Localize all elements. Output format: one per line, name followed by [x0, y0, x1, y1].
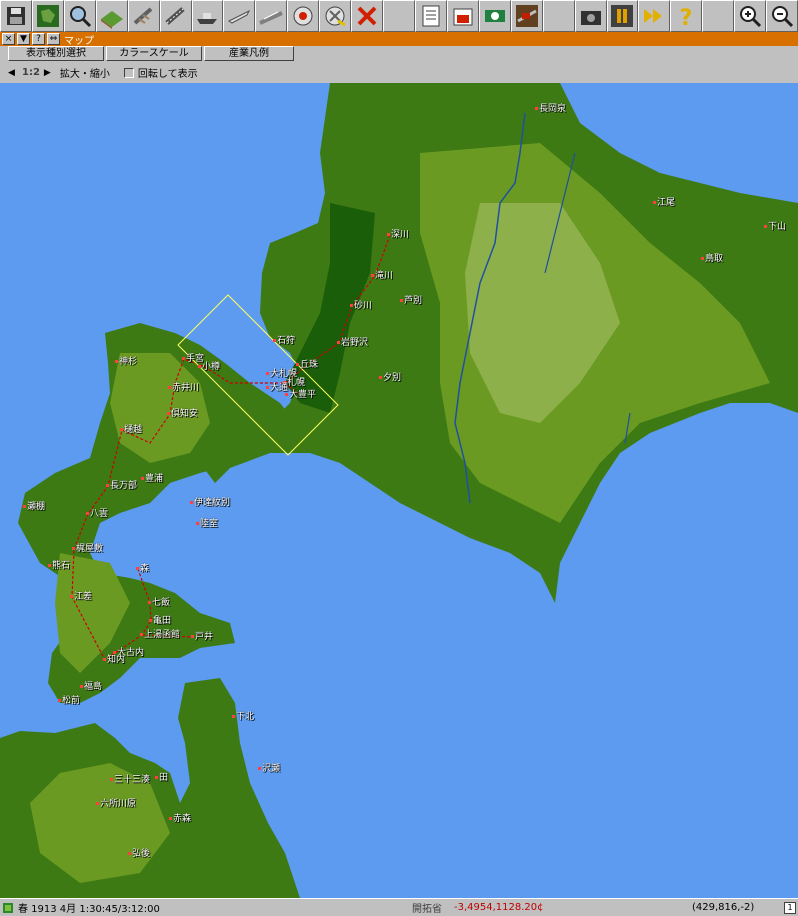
- game-window: ? × ▼ ? ⇔ マップ 表示種別選択 カラースケール 産業凡例 ◀ 1:2 …: [0, 0, 798, 916]
- city-label[interactable]: 芦別: [400, 296, 422, 306]
- zoom-in-arrow-icon[interactable]: ▶: [44, 68, 54, 78]
- road-icon[interactable]: [159, 0, 192, 32]
- zoom-value: 1:2: [22, 67, 40, 78]
- company-money: -3,4954,1128.20¢: [454, 902, 544, 913]
- toolbar-spacer: [383, 0, 415, 32]
- airport-icon[interactable]: [255, 0, 288, 32]
- city-label[interactable]: 梶屋敷: [72, 544, 103, 554]
- stop-icon[interactable]: [319, 0, 352, 32]
- map-window-title: マップ: [64, 35, 94, 47]
- help-icon[interactable]: ?: [670, 0, 703, 32]
- city-label[interactable]: 長岡泉: [535, 104, 566, 114]
- city-label[interactable]: 樋越: [120, 425, 142, 435]
- marker-icon[interactable]: [287, 0, 320, 32]
- map-options: ◀ 1:2 ▶ 拡大・縮小 回転して表示: [0, 62, 798, 83]
- list-icon[interactable]: [414, 0, 447, 32]
- city-label[interactable]: 赤井川: [168, 383, 199, 393]
- city-label[interactable]: 福島: [80, 682, 102, 692]
- city-label[interactable]: 鳥取: [701, 254, 723, 264]
- help-icon[interactable]: ?: [32, 33, 45, 45]
- tab-display-type[interactable]: 表示種別選択: [8, 46, 104, 61]
- collapse-icon[interactable]: ▼: [17, 33, 30, 45]
- city-label[interactable]: 田: [155, 773, 168, 783]
- city-label[interactable]: 赤森: [169, 814, 191, 824]
- pause-icon[interactable]: [606, 0, 639, 32]
- city-label[interactable]: 江差: [70, 592, 92, 602]
- toolbar-spacer: [542, 0, 575, 32]
- city-label[interactable]: 下山: [764, 222, 786, 232]
- main-toolbar: ?: [0, 0, 798, 32]
- city-label[interactable]: 上湯函館: [140, 630, 180, 640]
- city-label[interactable]: 江尾: [653, 198, 675, 208]
- city-label[interactable]: 岩野沢: [337, 338, 368, 348]
- tile-info-icon[interactable]: 1: [784, 901, 796, 914]
- zoom-in-icon[interactable]: [734, 0, 767, 32]
- city-label[interactable]: 下北: [232, 712, 254, 722]
- city-label[interactable]: 三十三湊: [110, 775, 150, 785]
- city-label[interactable]: 瀬棚: [23, 502, 45, 512]
- camera-icon[interactable]: [574, 0, 607, 32]
- city-label[interactable]: 沢瀬: [258, 764, 280, 774]
- city-label[interactable]: 八雲: [86, 509, 108, 519]
- remove-icon[interactable]: [351, 0, 384, 32]
- city-label[interactable]: 石狩: [273, 336, 295, 346]
- city-label[interactable]: 熊石: [48, 561, 70, 571]
- map-tabs: 表示種別選択 カラースケール 産業凡例: [0, 46, 798, 62]
- minimap[interactable]: 長岡泉 深川 滝川 芦別 砂川 岩野沢 石狩 丘珠 大札幌 札幌 大通 大豊平 夕別 江尾 下山 鳥取 手宮 小樽…: [0, 83, 798, 898]
- money-icon[interactable]: [478, 0, 511, 32]
- status-bar: 春 1913 4月 1:30:45/3:12:00 開拓省 -3,4954,11…: [0, 898, 798, 916]
- disk-icon[interactable]: [0, 0, 32, 32]
- tab-industry-legend[interactable]: 産業凡例: [204, 46, 294, 61]
- depot-icon[interactable]: [446, 0, 479, 32]
- city-label[interactable]: 深川: [387, 230, 409, 240]
- city-label[interactable]: 森: [136, 564, 149, 574]
- city-label[interactable]: 小樽: [198, 362, 220, 372]
- svg-text:?: ?: [680, 6, 693, 29]
- city-label[interactable]: 六所川原: [96, 799, 136, 809]
- city-label[interactable]: 神杉: [115, 357, 137, 367]
- train-photo-icon[interactable]: [510, 0, 543, 32]
- zoom-label: 拡大・縮小: [59, 69, 110, 80]
- city-label[interactable]: 長万部: [106, 481, 137, 491]
- zoom-out-icon[interactable]: [766, 0, 798, 32]
- company-name: 開拓省: [412, 904, 442, 915]
- city-label[interactable]: 滝川: [371, 271, 393, 281]
- rotate-checkbox[interactable]: [123, 67, 134, 78]
- city-label[interactable]: 戸井: [191, 632, 213, 642]
- city-label[interactable]: 七飯: [148, 598, 170, 608]
- city-label[interactable]: 陸室: [196, 519, 218, 529]
- map-window-titlebar[interactable]: × ▼ ? ⇔ マップ: [0, 32, 798, 47]
- toolbar-spacer: [702, 0, 735, 32]
- city-label[interactable]: 弘後: [128, 849, 150, 859]
- city-label[interactable]: 亀田: [149, 616, 171, 626]
- rail-icon[interactable]: [127, 0, 160, 32]
- zoom-out-arrow-icon[interactable]: ◀: [8, 68, 18, 78]
- tab-color-scale[interactable]: カラースケール: [106, 46, 202, 61]
- cursor-coords: (429,816,-2): [692, 902, 755, 913]
- ship-icon[interactable]: [191, 0, 224, 32]
- city-label[interactable]: 夕別: [379, 373, 401, 383]
- city-label[interactable]: 倶知安: [167, 409, 198, 419]
- city-label[interactable]: 丘珠: [296, 360, 318, 370]
- game-date: 春 1913 4月 1:30:45/3:12:00: [18, 904, 160, 915]
- city-label[interactable]: 松前: [58, 696, 80, 706]
- resize-icon[interactable]: ⇔: [47, 33, 60, 45]
- fast-forward-icon[interactable]: [638, 0, 671, 32]
- landscape-icon[interactable]: [95, 0, 128, 32]
- city-label[interactable]: 伊達紋別: [190, 498, 230, 508]
- close-icon[interactable]: ×: [2, 33, 15, 45]
- city-label[interactable]: 知内: [103, 655, 125, 665]
- minimap-icon[interactable]: [31, 0, 64, 32]
- rotate-label: 回転して表示: [137, 69, 198, 80]
- season-icon: [3, 902, 13, 913]
- city-label[interactable]: 豊浦: [141, 474, 163, 484]
- magnifier-icon[interactable]: [63, 0, 96, 32]
- city-label[interactable]: 大豊平: [285, 390, 316, 400]
- aircraft-icon[interactable]: [223, 0, 256, 32]
- city-label[interactable]: 砂川: [350, 301, 372, 311]
